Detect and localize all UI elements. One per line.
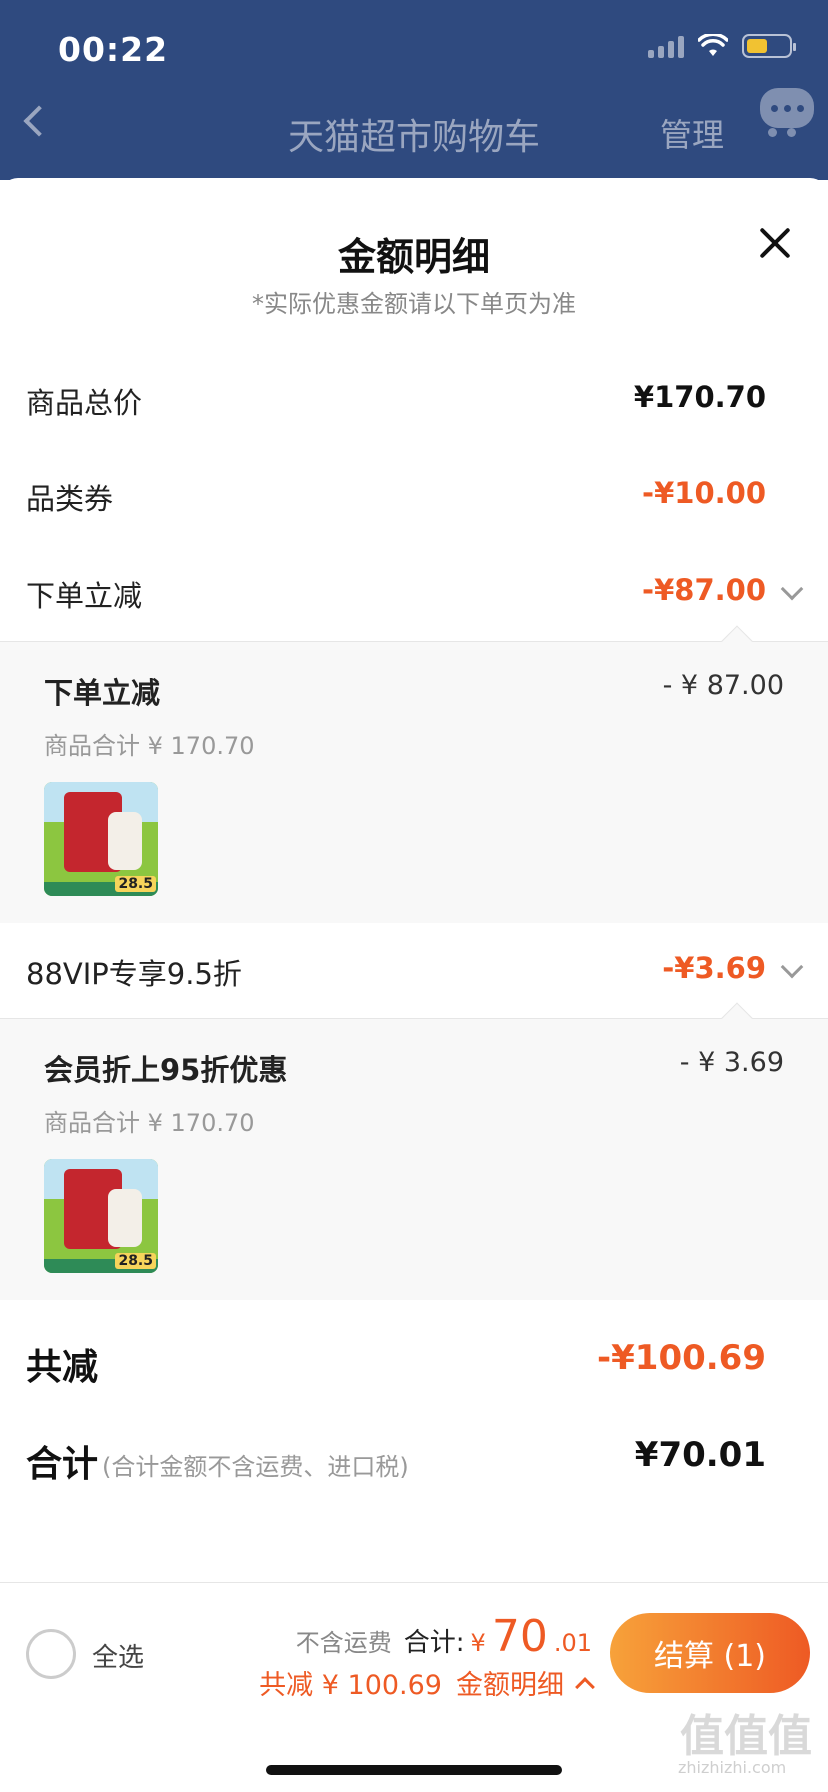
wifi-icon xyxy=(698,34,728,56)
total-reduce-label: 共减 xyxy=(26,1347,99,1388)
row-value: -¥10.00 xyxy=(642,476,766,510)
row-value: -¥87.00 xyxy=(642,573,766,607)
watermark-logo: 值值值 xyxy=(680,1711,812,1762)
row-total: 合计 (合计金额不含运费、进口税) ¥70.01 xyxy=(0,1421,828,1501)
row-vip-discount[interactable]: 88VIP专享9.5折 -¥3.69 xyxy=(0,933,828,1003)
close-icon[interactable] xyxy=(758,226,792,260)
row-total-reduce: 共减 -¥100.69 xyxy=(0,1324,828,1404)
top-bar: 00:22 天猫超市购物车 管理 xyxy=(0,0,828,180)
battery-icon xyxy=(742,34,796,58)
manage-button[interactable]: 管理 xyxy=(660,110,724,156)
amount-detail-link[interactable]: 金额明细 xyxy=(456,1663,564,1702)
sum-line: 不含运费 合计: ¥ 70 .01 xyxy=(296,1611,592,1662)
row-value: -¥3.69 xyxy=(662,951,766,985)
total-value: ¥70.01 xyxy=(634,1435,766,1475)
reduce-line[interactable]: 共减 ¥ 100.69 金额明细 xyxy=(259,1663,595,1702)
row-label: 品类券 xyxy=(26,482,114,516)
row-label: 88VIP专享9.5折 xyxy=(26,957,242,991)
status-time: 00:22 xyxy=(58,30,169,69)
order-discount-detail: 下单立减 - ¥ 87.00 商品合计 ¥ 170.70 28.5 xyxy=(0,625,828,923)
product-thumbnail[interactable]: 28.5 xyxy=(44,1159,158,1273)
row-label: 商品总价 xyxy=(26,386,143,420)
detail-subtotal: 商品合计 ¥ 170.70 xyxy=(44,732,255,760)
notch-pointer xyxy=(721,1002,753,1034)
detail-title: 会员折上95折优惠 xyxy=(44,1053,288,1087)
reduce-text: 共减 ¥ 100.69 xyxy=(259,1670,442,1701)
row-total-price: 商品总价 ¥170.70 xyxy=(0,362,828,432)
total-label: 合计 xyxy=(26,1444,99,1485)
watermark-url: zhizhizhi.com xyxy=(678,1758,787,1777)
row-value: ¥170.70 xyxy=(633,380,766,414)
status-icons xyxy=(648,34,796,58)
total-note: (合计金额不含运费、进口税) xyxy=(102,1453,409,1481)
detail-subtotal: 商品合计 ¥ 170.70 xyxy=(44,1109,255,1137)
amount-detail-sheet: 金额明细 *实际优惠金额请以下单页为准 商品总价 ¥170.70 品类券 -¥1… xyxy=(0,178,828,1792)
sheet-subtitle: *实际优惠金额请以下单页为准 xyxy=(252,290,576,318)
detail-title: 下单立减 xyxy=(44,676,161,710)
total-reduce-value: -¥100.69 xyxy=(597,1338,766,1378)
row-category-coupon: 品类券 -¥10.00 xyxy=(0,458,828,528)
sheet-title: 金额明细 xyxy=(337,235,490,279)
sum-decimal: .01 xyxy=(553,1629,592,1657)
chevron-up-icon[interactable] xyxy=(575,1676,595,1697)
thumb-price: 28.5 xyxy=(115,1253,156,1269)
detail-amount: - ¥ 87.00 xyxy=(662,670,784,701)
signal-icon xyxy=(648,34,684,58)
home-indicator[interactable] xyxy=(266,1765,562,1775)
row-order-discount[interactable]: 下单立减 -¥87.00 xyxy=(0,555,828,625)
thumb-price: 28.5 xyxy=(115,876,156,892)
select-all-radio[interactable] xyxy=(26,1629,76,1679)
row-label: 下单立减 xyxy=(26,579,143,613)
sum-label: 合计: xyxy=(403,1628,465,1658)
sum-currency: ¥ xyxy=(470,1629,486,1657)
notch-pointer xyxy=(721,625,753,657)
vip-discount-detail: 会员折上95折优惠 - ¥ 3.69 商品合计 ¥ 170.70 28.5 xyxy=(0,1002,828,1300)
chevron-down-icon[interactable] xyxy=(780,577,804,601)
more-menu-icon[interactable] xyxy=(760,88,814,128)
chevron-down-icon[interactable] xyxy=(780,955,804,979)
sum-integer: 70 xyxy=(491,1611,548,1662)
checkout-button[interactable]: 结算 (1) xyxy=(610,1613,810,1693)
product-thumbnail[interactable]: 28.5 xyxy=(44,782,158,896)
detail-amount: - ¥ 3.69 xyxy=(679,1047,784,1078)
select-all-label[interactable]: 全选 xyxy=(92,1637,144,1674)
more-dots-icon xyxy=(768,128,796,137)
no-shipping-fee-text: 不含运费 xyxy=(295,1629,392,1657)
